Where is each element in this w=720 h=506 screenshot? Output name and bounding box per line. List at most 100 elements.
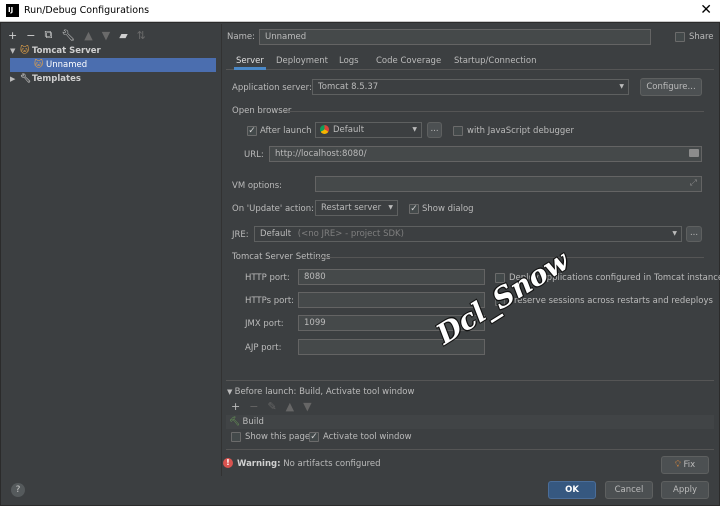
remove-icon[interactable]: − xyxy=(26,29,35,42)
js-debugger-label: with JavaScript debugger xyxy=(467,126,574,136)
cancel-button[interactable]: Cancel xyxy=(605,481,653,499)
intellij-app-icon: IJ xyxy=(6,4,19,17)
vm-options-input[interactable] xyxy=(315,176,702,192)
tab-server[interactable]: Server xyxy=(234,54,266,70)
ajp-port-label: AJP port: xyxy=(245,343,282,353)
tree-item-label: Tomcat Server xyxy=(32,46,101,56)
down-icon[interactable]: ▼ xyxy=(303,400,311,413)
wrench-icon: 🔧︎ xyxy=(20,74,32,84)
open-browser-title: Open browser xyxy=(232,106,292,116)
show-dialog-checkbox[interactable]: ✓ xyxy=(409,204,419,214)
expand-down-icon[interactable]: ▼ xyxy=(10,44,20,58)
warning-message: Warning: No artifacts configured xyxy=(237,459,381,469)
tab-deployment[interactable]: Deployment xyxy=(276,54,328,70)
show-dialog-label: Show dialog xyxy=(422,204,474,214)
configure-button[interactable]: Configure... xyxy=(640,78,702,96)
sort-icon[interactable]: ⇅ xyxy=(137,29,146,42)
tree-item-label: Templates xyxy=(32,74,81,84)
show-page-checkbox[interactable] xyxy=(231,432,241,442)
after-launch-checkbox[interactable]: ✓ xyxy=(247,126,257,136)
url-label: URL: xyxy=(244,150,264,160)
edit-icon[interactable]: ✎ xyxy=(267,400,276,413)
http-port-label: HTTP port: xyxy=(245,273,290,283)
add-icon[interactable]: + xyxy=(231,400,240,413)
wrench-icon[interactable]: 🔧︎ xyxy=(61,29,75,42)
tomcat-icon: 🐱︎ xyxy=(34,60,44,70)
before-launch-title[interactable]: ▼ Before launch: Build, Activate tool wi… xyxy=(227,387,414,397)
warning-bold: Warning: xyxy=(237,459,281,469)
jre-value: Default xyxy=(260,229,292,239)
config-tabs: Server Deployment Logs Code Coverage Sta… xyxy=(226,54,714,70)
browser-value: Default xyxy=(333,125,365,135)
before-launch-item[interactable]: 🔨︎ Build xyxy=(229,417,264,427)
ok-button[interactable]: OK xyxy=(548,481,596,499)
browser-select[interactable]: Default xyxy=(315,122,422,138)
copy-icon[interactable]: ⧉ xyxy=(44,28,52,42)
fix-label: Fix xyxy=(683,460,696,470)
remove-icon[interactable]: − xyxy=(249,400,258,413)
https-port-label: HTTPs port: xyxy=(245,296,295,306)
chrome-icon xyxy=(320,125,329,134)
app-server-label: Application server: xyxy=(232,83,312,93)
apply-button[interactable]: Apply xyxy=(661,481,709,499)
http-port-input[interactable]: 8080 xyxy=(298,269,485,285)
left-toolbar: + − ⧉ 🔧︎ ▲ ▼ ▰ ⇅ xyxy=(8,28,146,42)
expand-right-icon[interactable]: ▶ xyxy=(10,72,20,86)
js-debugger-checkbox[interactable] xyxy=(453,126,463,136)
jre-hint: (<no JRE> - project SDK) xyxy=(297,229,404,239)
bulb-icon: 💡︎ xyxy=(674,460,681,470)
title-bar: IJ Run/Debug Configurations ✕ xyxy=(0,0,720,22)
activate-tool-window-checkbox[interactable]: ✓ xyxy=(309,432,319,442)
warning-text: No artifacts configured xyxy=(283,459,381,469)
collapse-icon[interactable]: ▼ xyxy=(227,388,235,396)
divider xyxy=(284,111,704,112)
jre-browse-button[interactable]: ... xyxy=(686,226,702,242)
fix-button[interactable]: 💡︎ Fix xyxy=(661,456,709,474)
tree-item-tomcat-server[interactable]: ▼ 🐱︎ Tomcat Server xyxy=(10,44,216,58)
tab-logs[interactable]: Logs xyxy=(339,54,359,70)
tree-item-unnamed[interactable]: 🐱︎ Unnamed xyxy=(10,58,216,72)
before-launch-toolbar: + − ✎ ▲ ▼ xyxy=(231,400,312,413)
warning-icon: ! xyxy=(223,458,233,468)
divider xyxy=(316,257,704,258)
show-page-label: Show this page xyxy=(245,432,311,442)
jre-label: JRE: xyxy=(232,230,249,240)
divider xyxy=(226,449,714,450)
folder-icon[interactable]: ▰ xyxy=(119,29,127,42)
tab-startup-connection[interactable]: Startup/Connection xyxy=(454,54,537,70)
app-server-select[interactable]: Tomcat 8.5.37 xyxy=(312,79,629,95)
share-checkbox[interactable] xyxy=(675,32,685,42)
splitter[interactable] xyxy=(221,24,222,476)
share-label: Share xyxy=(689,32,714,42)
window-title: Run/Debug Configurations xyxy=(24,5,150,16)
folder-browse-icon[interactable] xyxy=(689,149,699,157)
after-launch-label: After launch xyxy=(260,126,312,136)
preserve-sessions-label: Preserve sessions across restarts and re… xyxy=(509,296,713,306)
vm-options-label: VM options: xyxy=(232,181,283,191)
move-down-icon[interactable]: ▼ xyxy=(102,29,110,42)
hammer-icon: 🔨︎ xyxy=(229,417,240,427)
on-update-select[interactable]: Restart server xyxy=(315,200,398,216)
name-label: Name: xyxy=(227,32,255,42)
activate-tool-window-label: Activate tool window xyxy=(323,432,412,442)
up-icon[interactable]: ▲ xyxy=(286,400,294,413)
tab-code-coverage[interactable]: Code Coverage xyxy=(376,54,441,70)
on-update-label: On 'Update' action: xyxy=(232,204,314,214)
jre-select[interactable]: Default (<no JRE> - project SDK) xyxy=(254,226,682,242)
tomcat-icon: 🐱︎ xyxy=(20,46,30,56)
add-icon[interactable]: + xyxy=(8,29,17,42)
name-input[interactable]: Unnamed xyxy=(259,29,651,45)
before-launch-list: 🔨︎ Build xyxy=(226,415,714,429)
tree-item-label: Unnamed xyxy=(46,60,88,70)
build-item-label: Build xyxy=(242,417,264,427)
browser-browse-button[interactable]: ... xyxy=(427,122,442,138)
help-icon[interactable]: ? xyxy=(11,483,25,497)
close-icon[interactable]: ✕ xyxy=(700,2,712,18)
config-tree: ▼ 🐱︎ Tomcat Server 🐱︎ Unnamed ▶ 🔧︎Templates xyxy=(6,44,218,474)
tree-item-templates[interactable]: ▶ 🔧︎Templates xyxy=(10,72,216,86)
divider xyxy=(226,380,714,381)
expand-icon[interactable]: ⤢ xyxy=(690,178,697,188)
jmx-port-label: JMX port: xyxy=(245,319,284,329)
move-up-icon[interactable]: ▲ xyxy=(84,29,92,42)
url-input[interactable]: http://localhost:8080/ xyxy=(269,146,702,162)
